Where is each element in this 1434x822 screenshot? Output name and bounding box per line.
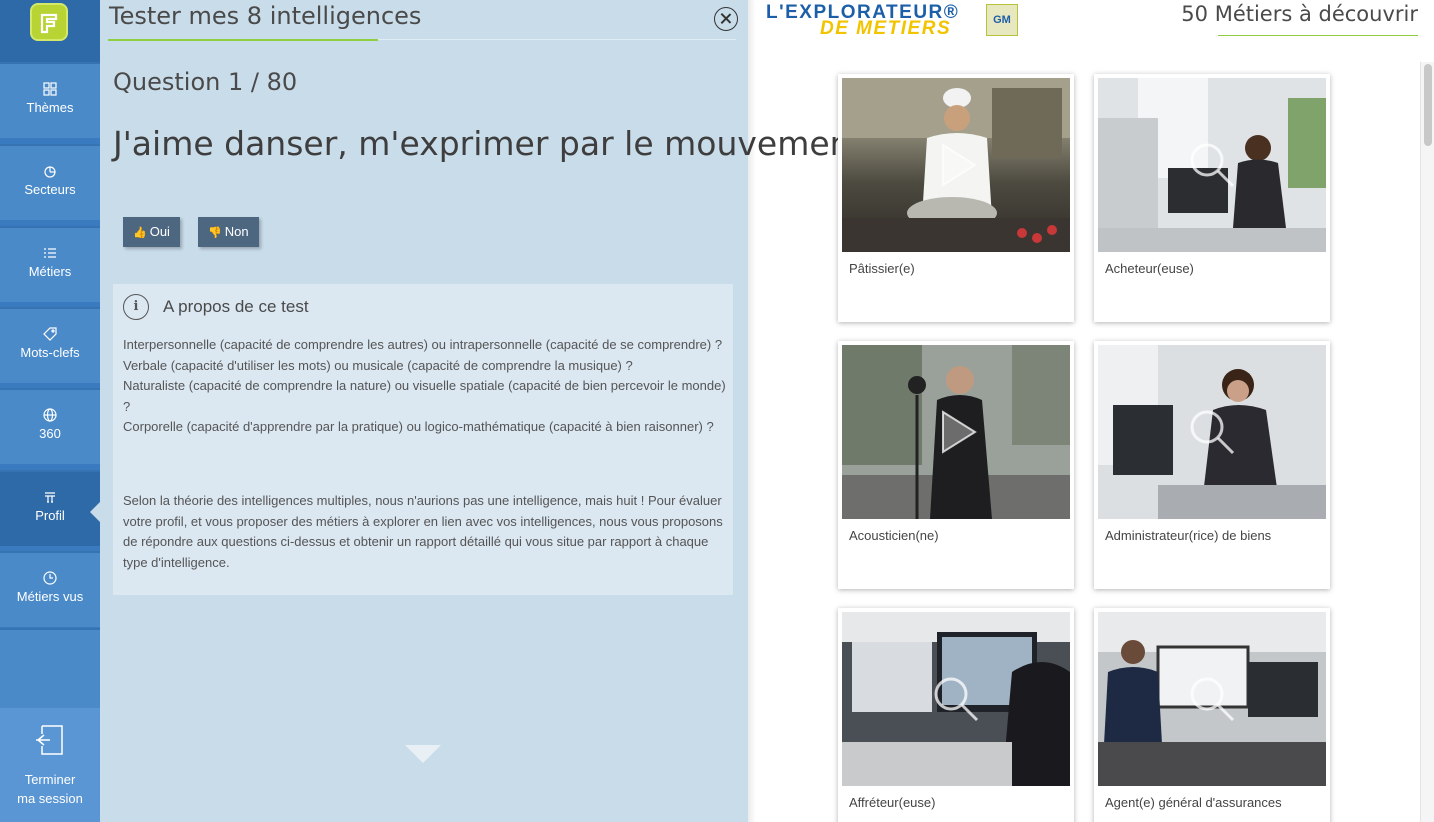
job-card-label: Acousticien(ne) [849, 528, 939, 543]
job-card-label: Affréteur(euse) [849, 795, 936, 810]
logout-label-line1: Terminer [24, 772, 76, 787]
jobs-count-title: 50 Métiers à découvrir [1181, 2, 1418, 26]
sidebar-item-label: Mots-clefs [20, 345, 80, 360]
globe-icon [43, 408, 57, 422]
play-icon [942, 410, 977, 454]
job-card-label: Administrateur(rice) de biens [1105, 528, 1272, 543]
info-icon: i [123, 294, 149, 320]
scrollbar-thumb[interactable] [1424, 64, 1432, 146]
close-icon[interactable] [714, 7, 738, 31]
job-thumbnail [842, 78, 1070, 252]
job-card-agent-assurances[interactable]: Agent(e) général d'assurances [1094, 608, 1330, 822]
sidebar-item-themes[interactable]: Thèmes [0, 62, 100, 138]
magnifier-icon [1190, 677, 1235, 722]
jobs-title-underline [1218, 35, 1418, 36]
logout-label: Terminer ma session [0, 770, 100, 808]
magnifier-icon [934, 677, 979, 722]
job-card-acheteur[interactable]: Acheteur(euse) [1094, 74, 1330, 322]
test-panel: Tester mes 8 intelligences Question 1 / … [100, 0, 874, 822]
profile-icon [45, 492, 55, 503]
yes-label: Oui [149, 224, 170, 239]
about-paragraph-theory: Selon la théorie des intelligences multi… [123, 493, 723, 570]
scroll-down-arrow-icon[interactable] [405, 745, 441, 763]
logout-icon [36, 725, 63, 755]
sidebar-item-label: Thèmes [26, 100, 74, 115]
clock-icon [43, 571, 57, 585]
job-card-acousticien[interactable]: Acousticien(ne) [838, 341, 1074, 589]
sidebar-item-label: Métiers vus [16, 589, 84, 604]
sidebar-item-label: Secteurs [24, 182, 76, 197]
sidebar-item-label: Métiers [28, 264, 72, 279]
thumbs-down-icon: 👎 [208, 227, 222, 239]
yes-button[interactable]: 👍 Oui [123, 217, 180, 247]
sidebar-item-metiers[interactable]: Métiers [0, 226, 100, 302]
play-icon [942, 143, 977, 187]
list-icon [44, 248, 56, 258]
sidebar-spacer [0, 628, 100, 708]
about-paragraph-intelligences: Interpersonnelle (capacité de comprendre… [123, 337, 726, 434]
sidebar-item-profil[interactable]: Profil [0, 470, 100, 546]
job-thumbnail [842, 345, 1070, 519]
job-thumbnail [1098, 612, 1326, 786]
brand-logo: L'EXPLORATEUR® DE METIERS GM [766, 2, 1018, 39]
magnifier-icon [1190, 143, 1235, 188]
job-card-label: Acheteur(euse) [1105, 261, 1194, 276]
pie-icon [44, 166, 56, 178]
about-box: i A propos de ce test Interpersonnelle (… [113, 284, 733, 595]
job-card-patissier[interactable]: Pâtissier(e) [838, 74, 1074, 322]
title-accent-line [108, 39, 378, 41]
job-card-label: Agent(e) général d'assurances [1105, 795, 1282, 810]
job-thumbnail [1098, 78, 1326, 252]
no-label: Non [224, 224, 249, 239]
question-counter: Question 1 / 80 [113, 68, 298, 96]
sidebar-item-mots-clefs[interactable]: Mots-clefs [0, 307, 100, 383]
app-logo[interactable] [0, 0, 100, 62]
question-text: J'aime danser, m'exprimer par le mouveme… [113, 124, 874, 163]
magnifier-icon [1190, 410, 1235, 455]
sidebar-item-metiers-vus[interactable]: Métiers vus [0, 551, 100, 627]
sidebar: Thèmes Secteurs Métiers Mots-clefs 360 P… [0, 0, 100, 822]
logout-button[interactable]: Terminer ma session [0, 708, 100, 822]
job-thumbnail [1098, 345, 1326, 519]
job-thumbnail [842, 612, 1070, 786]
logout-label-line2: ma session [17, 791, 83, 806]
about-title: A propos de ce test [163, 297, 309, 316]
brand-line2: DE METIERS [820, 18, 952, 39]
sidebar-item-secteurs[interactable]: Secteurs [0, 144, 100, 220]
app-logo-icon [30, 3, 68, 41]
sidebar-item-360[interactable]: 360 [0, 388, 100, 464]
no-button[interactable]: 👎 Non [198, 217, 259, 247]
sidebar-item-label: Profil [35, 508, 65, 523]
brand-badge: GM [986, 4, 1018, 36]
job-card-administrateur[interactable]: Administrateur(rice) de biens [1094, 341, 1330, 589]
job-card-affreteur[interactable]: Affréteur(euse) [838, 608, 1074, 822]
sidebar-item-label: 360 [39, 426, 61, 441]
panel-title: Tester mes 8 intelligences [109, 2, 422, 30]
jobs-scrollbar[interactable] [1420, 62, 1434, 822]
grid-icon [43, 82, 57, 96]
job-card-label: Pâtissier(e) [849, 261, 915, 276]
panel-shadow [748, 0, 756, 822]
tag-icon [43, 327, 57, 341]
thumbs-up-icon: 👍 [133, 227, 147, 239]
